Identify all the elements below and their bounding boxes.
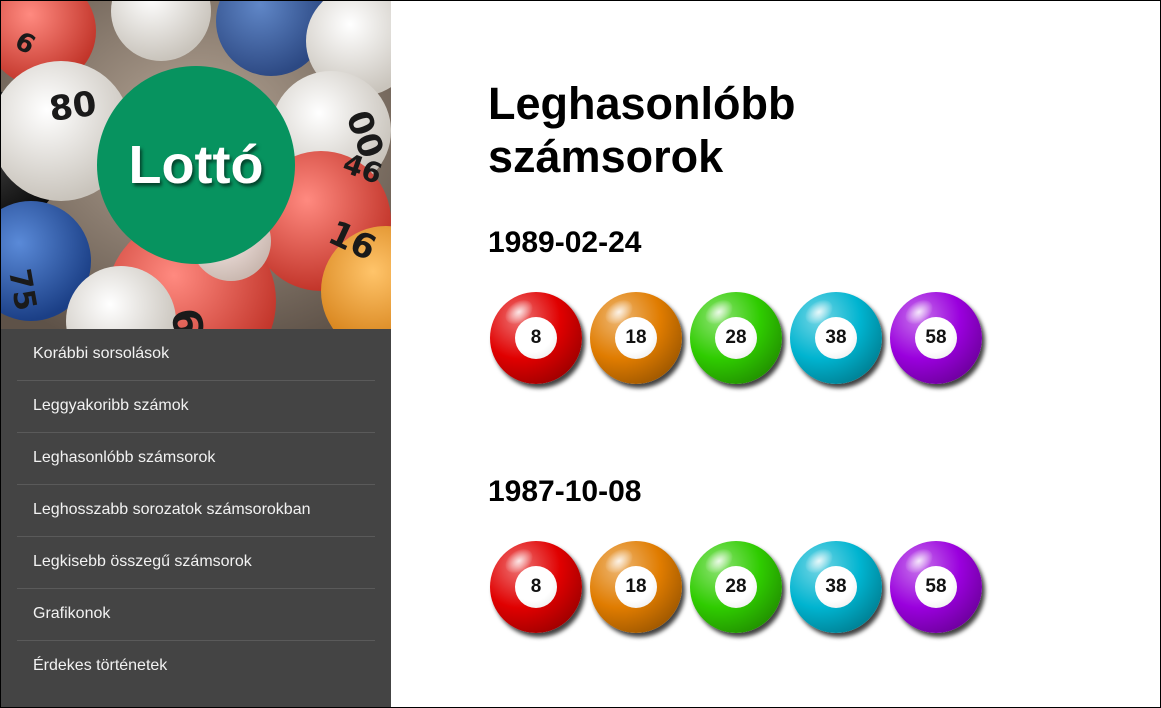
ball-number: 58 — [915, 566, 957, 608]
number-ball: 28 — [690, 541, 782, 633]
ball-number: 8 — [515, 566, 557, 608]
page-frame: 80 46 00 75 6 16 6 Lottó Korábbi sorsolá… — [0, 0, 1161, 708]
number-ball: 58 — [890, 292, 982, 384]
sidebar-item-smallest-sum-sequences[interactable]: Legkisebb összegű számsorok — [17, 537, 375, 589]
page-title: Leghasonlóbb számsorok — [488, 78, 796, 182]
number-ball: 8 — [490, 292, 582, 384]
main-content: Leghasonlóbb számsorok 1989-02-24 8 18 2… — [391, 1, 1160, 707]
ball-number: 18 — [615, 317, 657, 359]
hero-lottery-balls-image: 80 46 00 75 6 16 6 Lottó — [1, 1, 391, 329]
sidebar-item-most-frequent-numbers[interactable]: Leggyakoribb számok — [17, 381, 375, 433]
ball-number: 28 — [715, 566, 757, 608]
sidebar-item-interesting-stories[interactable]: Érdekes történetek — [17, 641, 375, 693]
sidebar-item-charts[interactable]: Grafikonok — [17, 589, 375, 641]
ball-number: 8 — [515, 317, 557, 359]
draw-section: 1987-10-08 8 18 28 38 58 — [488, 472, 1088, 633]
sidebar-nav: Korábbi sorsolások Leggyakoribb számok L… — [17, 329, 375, 693]
logo-text: Lottó — [128, 135, 264, 195]
number-ball: 38 — [790, 292, 882, 384]
sidebar: 80 46 00 75 6 16 6 Lottó Korábbi sorsolá… — [1, 1, 391, 707]
number-ball: 18 — [590, 541, 682, 633]
sidebar-item-most-similar-sequences[interactable]: Leghasonlóbb számsorok — [17, 433, 375, 485]
sidebar-item-longest-runs[interactable]: Leghosszabb sorozatok számsorokban — [17, 485, 375, 537]
ball-number: 58 — [915, 317, 957, 359]
ball-number: 28 — [715, 317, 757, 359]
number-ball: 58 — [890, 541, 982, 633]
number-balls: 8 18 28 38 58 — [490, 541, 1010, 637]
ball-number: 38 — [815, 566, 857, 608]
number-ball: 28 — [690, 292, 782, 384]
ball-number: 38 — [815, 317, 857, 359]
number-balls: 8 18 28 38 58 — [490, 292, 1010, 388]
svg-text:80: 80 — [47, 84, 99, 130]
number-ball: 38 — [790, 541, 882, 633]
draw-date: 1987-10-08 — [488, 475, 642, 508]
logo-badge[interactable]: Lottó — [97, 66, 295, 264]
draw-date: 1989-02-24 — [488, 226, 642, 259]
sidebar-item-previous-draws[interactable]: Korábbi sorsolások — [17, 329, 375, 381]
number-ball: 18 — [590, 292, 682, 384]
draw-section: 1989-02-24 8 18 28 38 58 — [488, 223, 1088, 384]
number-ball: 8 — [490, 541, 582, 633]
ball-number: 18 — [615, 566, 657, 608]
svg-text:75: 75 — [1, 266, 43, 313]
